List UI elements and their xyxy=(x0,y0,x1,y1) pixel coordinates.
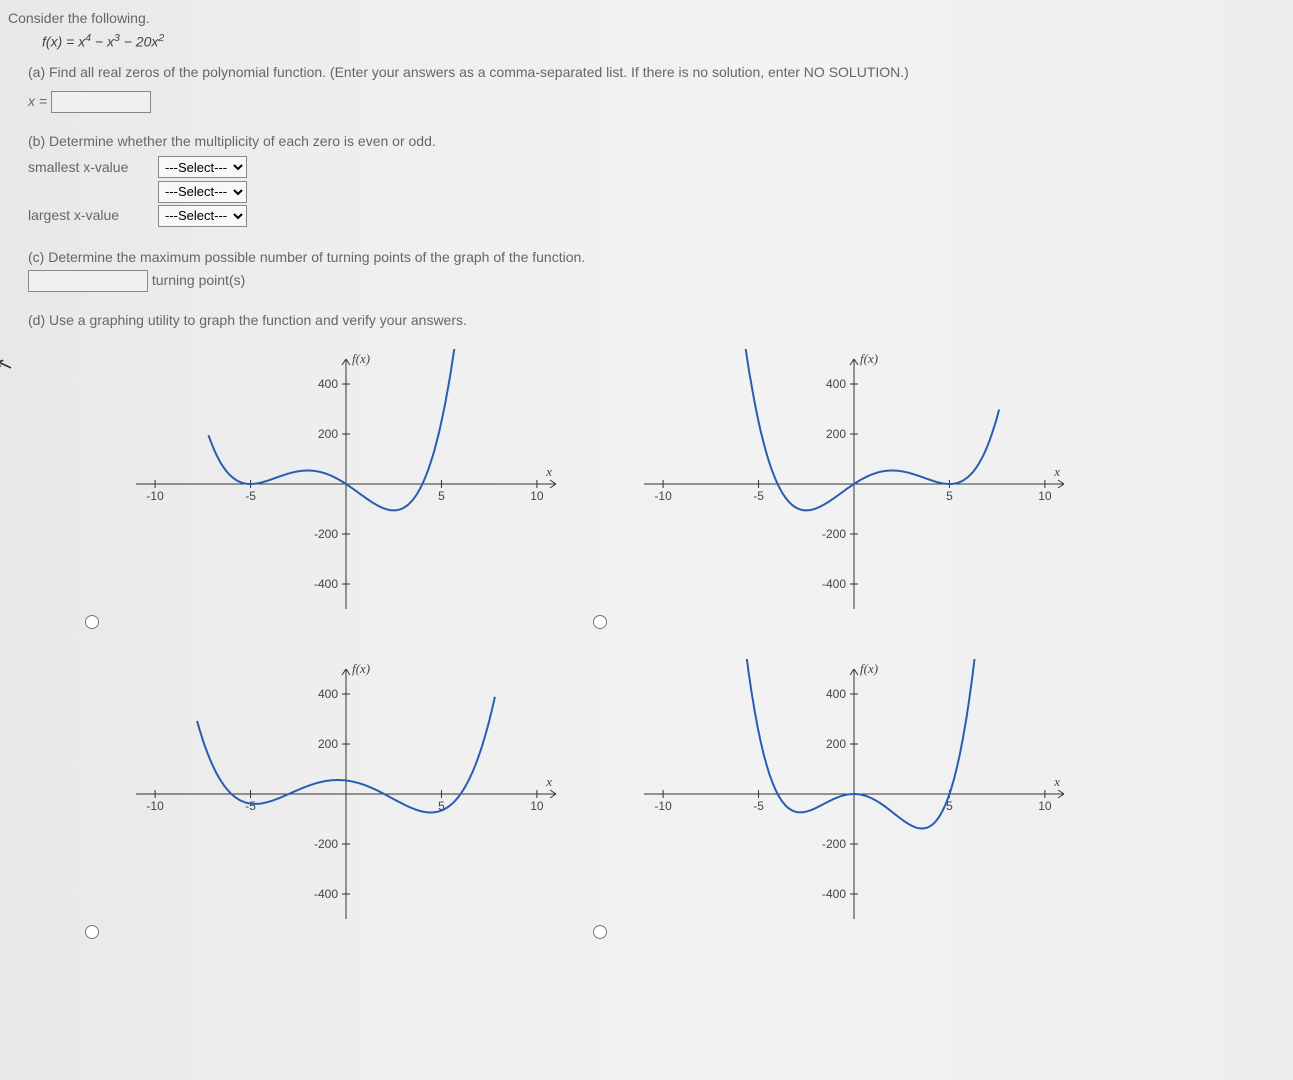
turning-points-suffix: turning point(s) xyxy=(152,272,245,288)
graph-option-2: -10 -5 5 10 200 400 -200 -400 f(x) x xyxy=(624,349,1084,629)
graph-option-3-radio[interactable] xyxy=(85,925,99,939)
part-c: (c) Determine the maximum possible numbe… xyxy=(28,247,1273,292)
svg-text:-10: -10 xyxy=(654,489,672,503)
svg-text:400: 400 xyxy=(318,687,338,701)
svg-text:-200: -200 xyxy=(314,527,338,541)
svg-text:-200: -200 xyxy=(822,837,846,851)
svg-text:10: 10 xyxy=(1038,799,1052,813)
zeros-input[interactable] xyxy=(51,91,151,113)
part-b-prompt: (b) Determine whether the multiplicity o… xyxy=(28,131,1273,152)
graph-option-1: -10 -5 5 10 200 400 -200 -400 f(x) x xyxy=(116,349,576,629)
multiplicity-select-1[interactable]: ---Select--- xyxy=(158,156,247,178)
graph-options-grid: -10 -5 5 10 200 400 -200 -400 f(x) x -10 -5 5 10 200 4… xyxy=(68,349,1273,939)
graph-option-4-radio[interactable] xyxy=(593,925,607,939)
graph-option-3: -10-5510200400-200-400f(x)x xyxy=(116,659,576,939)
svg-text:-10: -10 xyxy=(654,799,672,813)
svg-text:-200: -200 xyxy=(822,527,846,541)
part-b: (b) Determine whether the multiplicity o… xyxy=(28,131,1273,229)
svg-text:-5: -5 xyxy=(753,799,764,813)
svg-text:200: 200 xyxy=(318,737,338,751)
svg-text:x: x xyxy=(545,464,552,479)
largest-x-label: largest x-value xyxy=(28,207,119,223)
svg-text:5: 5 xyxy=(438,489,445,503)
svg-text:400: 400 xyxy=(318,377,338,391)
multiplicity-select-2[interactable]: ---Select--- xyxy=(158,181,247,203)
svg-text:f(x): f(x) xyxy=(352,351,370,366)
part-c-prompt: (c) Determine the maximum possible numbe… xyxy=(28,247,1273,268)
smallest-x-label: smallest x-value xyxy=(28,159,128,175)
part-d: (d) Use a graphing utility to graph the … xyxy=(28,310,1273,331)
turning-points-input[interactable] xyxy=(28,270,148,292)
multiplicity-table: smallest x-value ---Select--- ---Select-… xyxy=(28,154,255,229)
svg-text:-5: -5 xyxy=(245,799,256,813)
svg-text:f(x): f(x) xyxy=(860,351,878,366)
x-equals-label: x = xyxy=(28,91,47,112)
svg-text:-400: -400 xyxy=(822,887,846,901)
svg-text:-5: -5 xyxy=(753,489,764,503)
svg-text:-400: -400 xyxy=(314,887,338,901)
svg-text:-200: -200 xyxy=(314,837,338,851)
part-d-prompt: (d) Use a graphing utility to graph the … xyxy=(28,310,1273,331)
svg-text:10: 10 xyxy=(1038,489,1052,503)
problem-intro: Consider the following. xyxy=(8,10,1273,26)
graph-option-1-radio[interactable] xyxy=(85,615,99,629)
function-formula: f(x) = x4 − x3 − 20x2 xyxy=(42,32,1273,50)
graph-option-4: -10-5510200400-200-400f(x)x xyxy=(624,659,1084,939)
part-a: (a) Find all real zeros of the polynomia… xyxy=(28,62,1273,113)
svg-text:-5: -5 xyxy=(245,489,256,503)
svg-text:10: 10 xyxy=(530,489,544,503)
svg-text:-10: -10 xyxy=(146,489,164,503)
svg-text:f(x): f(x) xyxy=(352,661,370,676)
svg-text:-400: -400 xyxy=(314,577,338,591)
svg-text:-10: -10 xyxy=(146,799,164,813)
svg-text:10: 10 xyxy=(530,799,544,813)
svg-text:x: x xyxy=(545,774,552,789)
svg-text:200: 200 xyxy=(318,427,338,441)
svg-text:-400: -400 xyxy=(822,577,846,591)
graph-option-2-radio[interactable] xyxy=(593,615,607,629)
svg-text:400: 400 xyxy=(826,687,846,701)
svg-text:f(x): f(x) xyxy=(860,661,878,676)
svg-text:5: 5 xyxy=(946,489,953,503)
cursor-icon: ↖ xyxy=(0,350,17,379)
part-a-prompt: (a) Find all real zeros of the polynomia… xyxy=(28,62,1273,83)
svg-text:200: 200 xyxy=(826,427,846,441)
svg-text:200: 200 xyxy=(826,737,846,751)
multiplicity-select-3[interactable]: ---Select--- xyxy=(158,205,247,227)
svg-text:x: x xyxy=(1053,464,1060,479)
svg-text:x: x xyxy=(1053,774,1060,789)
svg-text:400: 400 xyxy=(826,377,846,391)
